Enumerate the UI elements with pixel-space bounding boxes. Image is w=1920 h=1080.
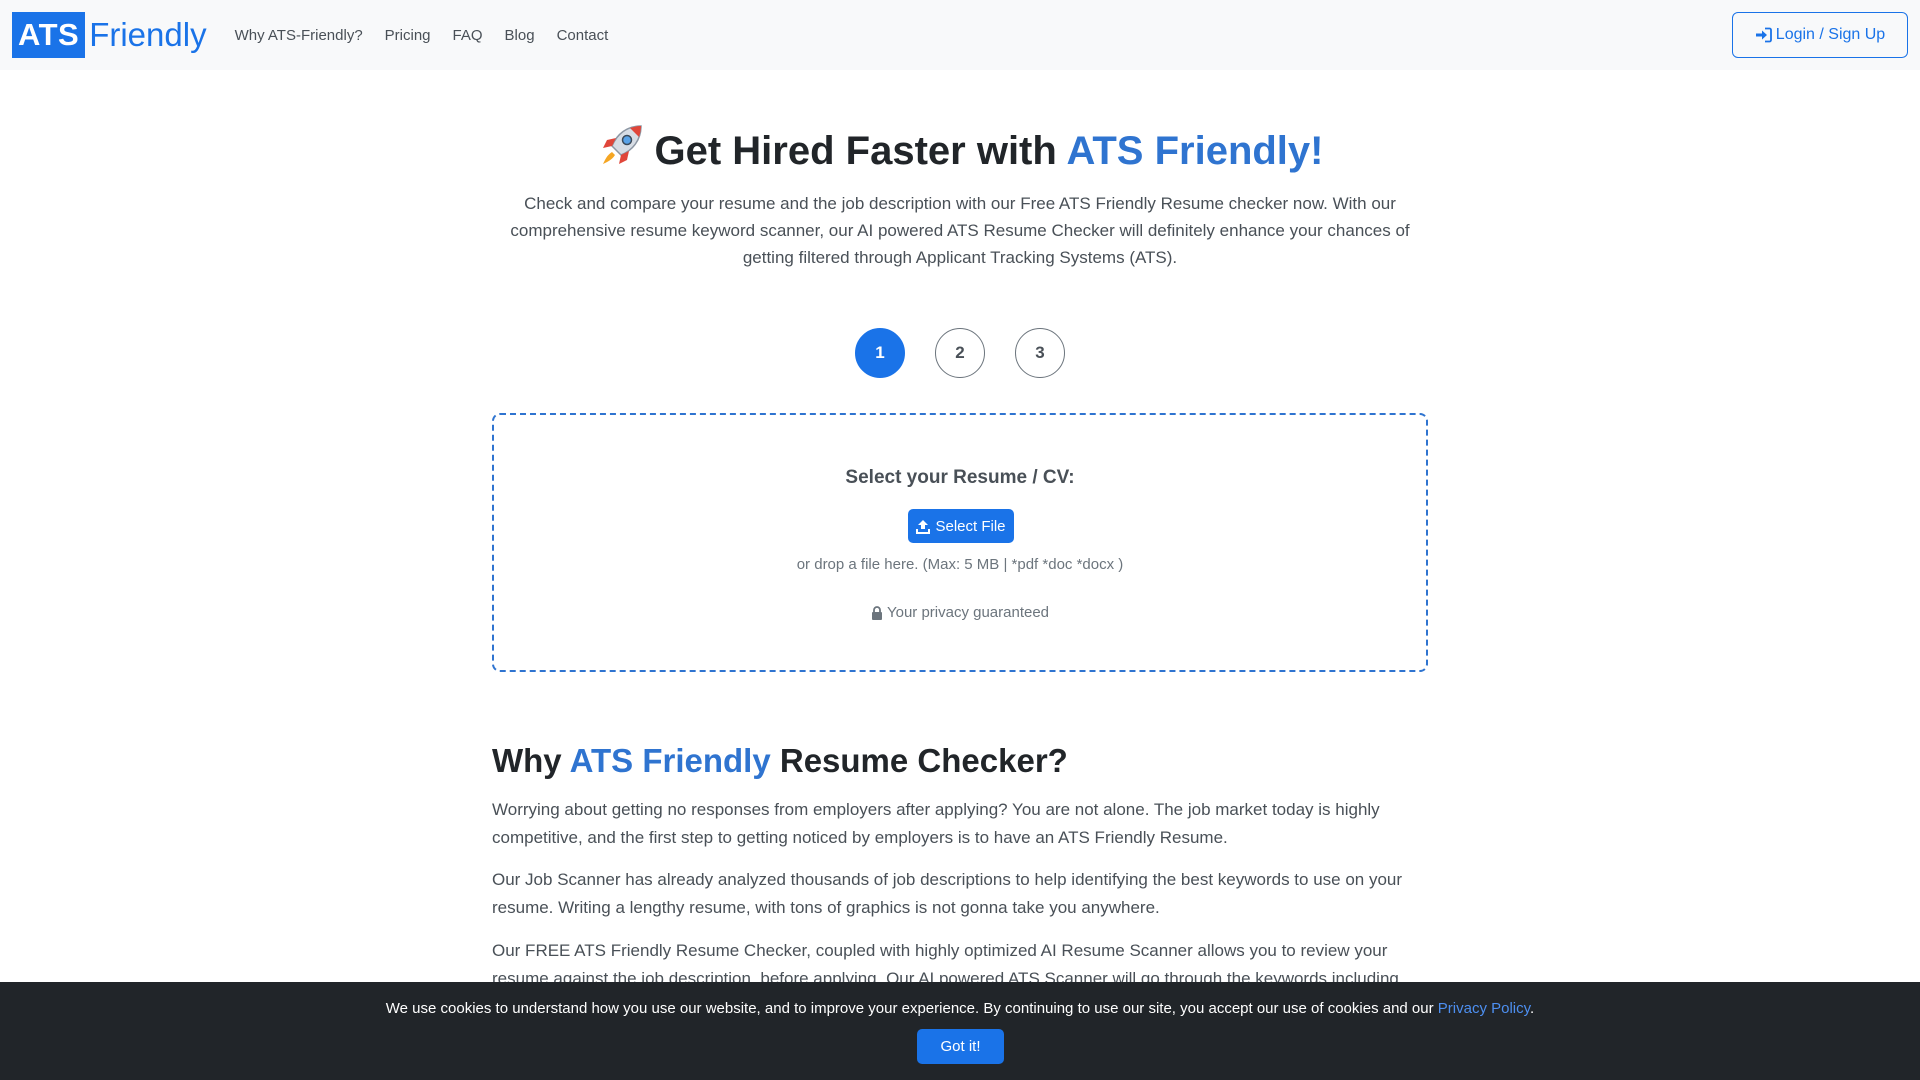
why-paragraph-1: Worrying about getting no responses from…: [492, 800, 1380, 847]
rocket-icon: [597, 122, 645, 180]
nav-links: Why ATS-Friendly? Pricing FAQ Blog Conta…: [235, 27, 631, 44]
nav-link-blog[interactable]: Blog: [505, 27, 535, 44]
upload-title: Select your Resume / CV:: [845, 467, 1075, 488]
hero-title: Get Hired Faster with ATS Friendly!: [0, 122, 1920, 180]
why-section-title: Why ATS Friendly Resume Checker?: [492, 742, 1068, 780]
nav-link-contact[interactable]: Contact: [557, 27, 609, 44]
privacy-text: Your privacy guaranteed: [886, 604, 1050, 621]
hero-title-text: Get Hired Faster with: [654, 129, 1067, 173]
lock-icon: [871, 605, 882, 620]
login-signup-label: Login / Sign Up: [1775, 26, 1886, 43]
step-indicator: 1 2 3: [0, 328, 1920, 378]
why-title-accent: ATS Friendly: [569, 742, 771, 779]
privacy-policy-link[interactable]: Privacy Policy: [1438, 1000, 1530, 1017]
nav-link-faq[interactable]: FAQ: [453, 27, 483, 44]
select-file-label: Select File: [935, 517, 1006, 535]
login-signup-button[interactable]: Login / Sign Up: [1732, 12, 1908, 58]
navbar: ATS Friendly Why ATS-Friendly? Pricing F…: [0, 0, 1920, 70]
logo-text: Friendly: [89, 16, 207, 53]
cookie-banner: We use cookies to understand how you use…: [0, 982, 1920, 1080]
step-2[interactable]: 2: [935, 328, 985, 378]
cookie-accept-button[interactable]: Got it!: [917, 1029, 1004, 1064]
step-3[interactable]: 3: [1015, 328, 1065, 378]
why-title-pre: Why: [492, 742, 570, 779]
step-1[interactable]: 1: [855, 328, 905, 378]
logo-box: ATS: [12, 12, 86, 58]
cookie-suffix: .: [1530, 1000, 1535, 1017]
why-paragraph-2: Our Job Scanner has already analyzed tho…: [492, 870, 1403, 917]
file-dropzone[interactable]: Select your Resume / CV: Select File or …: [492, 413, 1428, 672]
nav-link-pricing[interactable]: Pricing: [385, 27, 431, 44]
hero-description: Check and compare your resume and the jo…: [510, 194, 1410, 267]
select-file-button[interactable]: Select File: [908, 509, 1014, 543]
privacy-note: Your privacy guaranteed: [494, 604, 1426, 621]
why-title-post: Resume Checker?: [770, 742, 1068, 779]
cookie-text: We use cookies to understand how you use…: [0, 1000, 1920, 1017]
upload-hint: or drop a file here. (Max: 5 MB | *pdf *…: [796, 556, 1124, 573]
sign-in-icon: [1755, 27, 1772, 43]
nav-link-why[interactable]: Why ATS-Friendly?: [235, 27, 363, 44]
logo[interactable]: ATS Friendly: [12, 12, 207, 58]
cookie-message: We use cookies to understand how you use…: [385, 1000, 1438, 1017]
upload-icon: [916, 519, 931, 534]
hero-title-accent: ATS Friendly!: [1066, 129, 1324, 173]
